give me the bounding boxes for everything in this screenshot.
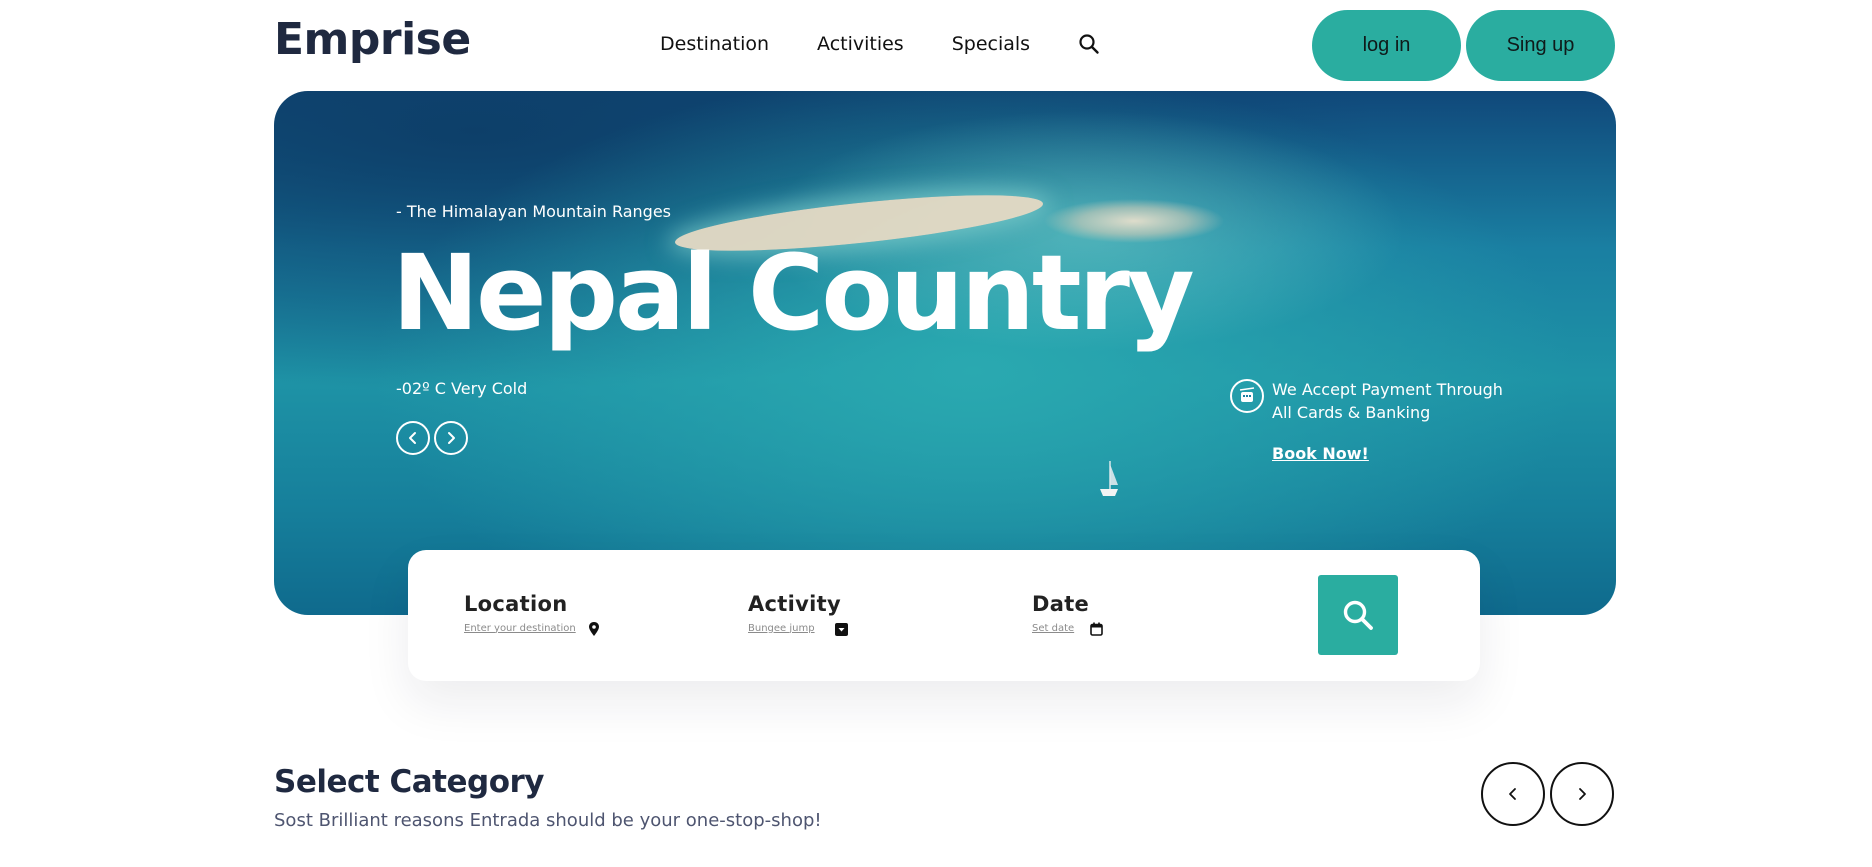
site-logo[interactable]: Emprise bbox=[274, 14, 471, 65]
category-next-button[interactable] bbox=[1550, 762, 1614, 826]
date-input[interactable]: Set date bbox=[1032, 623, 1074, 634]
nav-destination[interactable]: Destination bbox=[660, 33, 769, 55]
calendar-icon[interactable] bbox=[1090, 621, 1103, 636]
hero-subtitle: - The Himalayan Mountain Ranges bbox=[396, 202, 671, 221]
payment-info: We Accept Payment Through All Cards & Ba… bbox=[1272, 378, 1522, 424]
hero-next-button[interactable] bbox=[434, 421, 468, 455]
map-pin-icon bbox=[588, 621, 600, 636]
date-field[interactable]: Date Set date bbox=[1032, 592, 1103, 636]
payment-line-1: We Accept Payment Through bbox=[1272, 380, 1503, 399]
boat-icon bbox=[1100, 461, 1118, 496]
search-icon bbox=[1343, 600, 1373, 630]
dropdown-icon[interactable] bbox=[834, 621, 848, 636]
hero-temperature: -02º C Very Cold bbox=[396, 379, 528, 398]
payment-icon bbox=[1230, 379, 1264, 413]
chevron-right-icon bbox=[1579, 788, 1586, 800]
signup-button[interactable]: Sing up bbox=[1466, 10, 1615, 81]
login-button[interactable]: log in bbox=[1312, 10, 1461, 81]
category-subtitle: Sost Brilliant reasons Entrada should be… bbox=[274, 810, 822, 831]
date-label: Date bbox=[1032, 592, 1090, 616]
nav-activities[interactable]: Activities bbox=[817, 33, 904, 55]
chevron-left-icon bbox=[409, 432, 416, 444]
category-title: Select Category bbox=[274, 764, 545, 800]
location-field[interactable]: Location Enter your destination bbox=[464, 592, 600, 636]
activity-select[interactable]: Bungee jump bbox=[748, 623, 815, 634]
book-now-link[interactable]: Book Now! bbox=[1272, 444, 1369, 463]
search-card: Location Enter your destination Activity… bbox=[408, 550, 1480, 681]
location-label: Location bbox=[464, 592, 568, 616]
site-header: Emprise Destination Activities Specials … bbox=[0, 0, 1872, 90]
location-input[interactable]: Enter your destination bbox=[464, 623, 576, 634]
category-prev-button[interactable] bbox=[1481, 762, 1545, 826]
search-icon[interactable] bbox=[1078, 33, 1100, 55]
chevron-right-icon bbox=[448, 432, 455, 444]
payment-line-2: All Cards & Banking bbox=[1272, 403, 1431, 422]
hero-banner: - The Himalayan Mountain Ranges Nepal Co… bbox=[274, 91, 1616, 615]
hero-title: Nepal Country bbox=[392, 232, 1195, 354]
hero-prev-button[interactable] bbox=[396, 421, 430, 455]
nav-specials[interactable]: Specials bbox=[952, 33, 1030, 55]
activity-label: Activity bbox=[748, 592, 841, 616]
activity-field[interactable]: Activity Bungee jump bbox=[748, 592, 848, 636]
chevron-left-icon bbox=[1509, 788, 1516, 800]
main-nav: Destination Activities Specials bbox=[660, 33, 1100, 55]
search-submit-button[interactable] bbox=[1318, 575, 1398, 655]
